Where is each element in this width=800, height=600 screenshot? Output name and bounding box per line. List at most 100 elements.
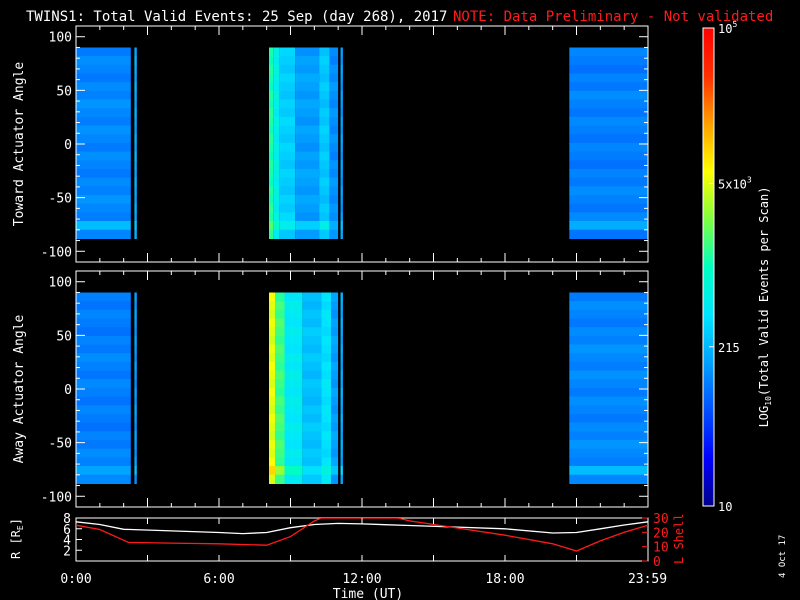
data-cell xyxy=(302,361,322,372)
data-cell xyxy=(269,64,274,75)
data-block xyxy=(284,292,303,484)
data-cell xyxy=(134,370,137,380)
data-cell xyxy=(321,474,331,484)
data-cell xyxy=(275,448,285,458)
data-cell xyxy=(279,212,296,222)
data-cell xyxy=(302,422,322,432)
data-cell xyxy=(569,64,648,75)
data-cell xyxy=(329,169,339,179)
data-cell xyxy=(569,396,648,406)
data-cell xyxy=(319,47,330,57)
data-cell xyxy=(76,160,131,170)
data-cell xyxy=(331,327,339,337)
data-cell xyxy=(76,134,131,144)
data-cell xyxy=(295,116,320,127)
data-cell xyxy=(76,195,131,205)
data-cell xyxy=(329,151,339,161)
data-cell xyxy=(134,361,137,372)
data-cell xyxy=(134,405,137,415)
data-cell xyxy=(319,151,330,161)
data-cell xyxy=(569,195,648,205)
data-cell xyxy=(273,116,280,127)
data-cell xyxy=(279,116,296,127)
data-cell xyxy=(569,177,648,187)
data-cell xyxy=(569,90,648,101)
right-y-tick-label: 0 xyxy=(653,555,661,570)
data-cell xyxy=(331,379,339,389)
data-cell xyxy=(134,301,137,311)
data-cell xyxy=(76,448,131,458)
data-cell xyxy=(273,90,280,101)
data-cell xyxy=(295,160,320,170)
data-cell xyxy=(319,221,330,231)
data-cell xyxy=(302,309,322,320)
y-tick-label: -100 xyxy=(41,490,72,505)
data-cell xyxy=(302,301,322,311)
data-cell xyxy=(329,195,339,205)
data-cell xyxy=(302,387,322,398)
data-cell xyxy=(76,474,131,484)
data-cell xyxy=(284,301,303,311)
colorbar-tick-label: 215 xyxy=(718,341,740,355)
x-tick-label: 12:00 xyxy=(342,572,381,587)
data-cell xyxy=(319,142,330,153)
data-cell xyxy=(302,448,322,458)
data-cell xyxy=(279,221,296,231)
data-cell xyxy=(340,221,343,231)
colorbar-tick-label: 5x103 xyxy=(718,175,752,191)
data-cell xyxy=(76,353,131,363)
data-cell xyxy=(295,108,320,118)
data-cell xyxy=(275,387,285,398)
data-cell xyxy=(329,203,339,213)
data-cell xyxy=(319,203,330,213)
data-cell xyxy=(569,229,648,239)
data-cell xyxy=(302,466,322,476)
data-cell xyxy=(269,370,275,380)
data-cell xyxy=(134,396,137,406)
data-block xyxy=(331,292,339,484)
data-cell xyxy=(269,405,275,415)
data-cell xyxy=(275,414,285,424)
data-cell xyxy=(340,64,343,75)
data-cell xyxy=(295,169,320,179)
data-cell xyxy=(284,448,303,458)
data-cell xyxy=(295,73,320,83)
data-cell xyxy=(284,379,303,389)
data-cell xyxy=(329,56,339,66)
data-cell xyxy=(284,335,303,346)
data-cell xyxy=(295,212,320,222)
y-tick-label: -50 xyxy=(49,437,72,452)
data-cell xyxy=(269,309,275,320)
data-cell xyxy=(76,169,131,179)
data-cell xyxy=(569,405,648,415)
x-axis-label: Time (UT) xyxy=(333,587,403,600)
data-cell xyxy=(275,353,285,363)
data-cell xyxy=(76,457,131,467)
data-cell xyxy=(273,99,280,109)
data-cell xyxy=(331,466,339,476)
data-cell xyxy=(569,414,648,424)
data-cell xyxy=(340,431,343,441)
data-cell xyxy=(269,229,274,239)
data-cell xyxy=(269,142,274,153)
data-cell xyxy=(76,318,131,328)
data-cell xyxy=(76,64,131,75)
right-y-tick-label: 20 xyxy=(653,526,669,541)
figure: TWINS1: Total Valid Events: 25 Sep (day … xyxy=(0,0,800,600)
data-cell xyxy=(275,327,285,337)
data-cell xyxy=(273,108,280,118)
data-cell xyxy=(269,361,275,372)
data-cell xyxy=(340,108,343,118)
data-cell xyxy=(340,440,343,450)
data-cell xyxy=(321,344,331,354)
data-cell xyxy=(340,457,343,467)
data-cell xyxy=(340,414,343,424)
data-cell xyxy=(76,47,131,57)
data-cell xyxy=(319,160,330,170)
data-cell xyxy=(269,221,274,231)
data-cell xyxy=(134,414,137,424)
data-cell xyxy=(76,396,131,406)
data-cell xyxy=(340,142,343,153)
data-cell xyxy=(295,99,320,109)
data-cell xyxy=(134,151,137,161)
